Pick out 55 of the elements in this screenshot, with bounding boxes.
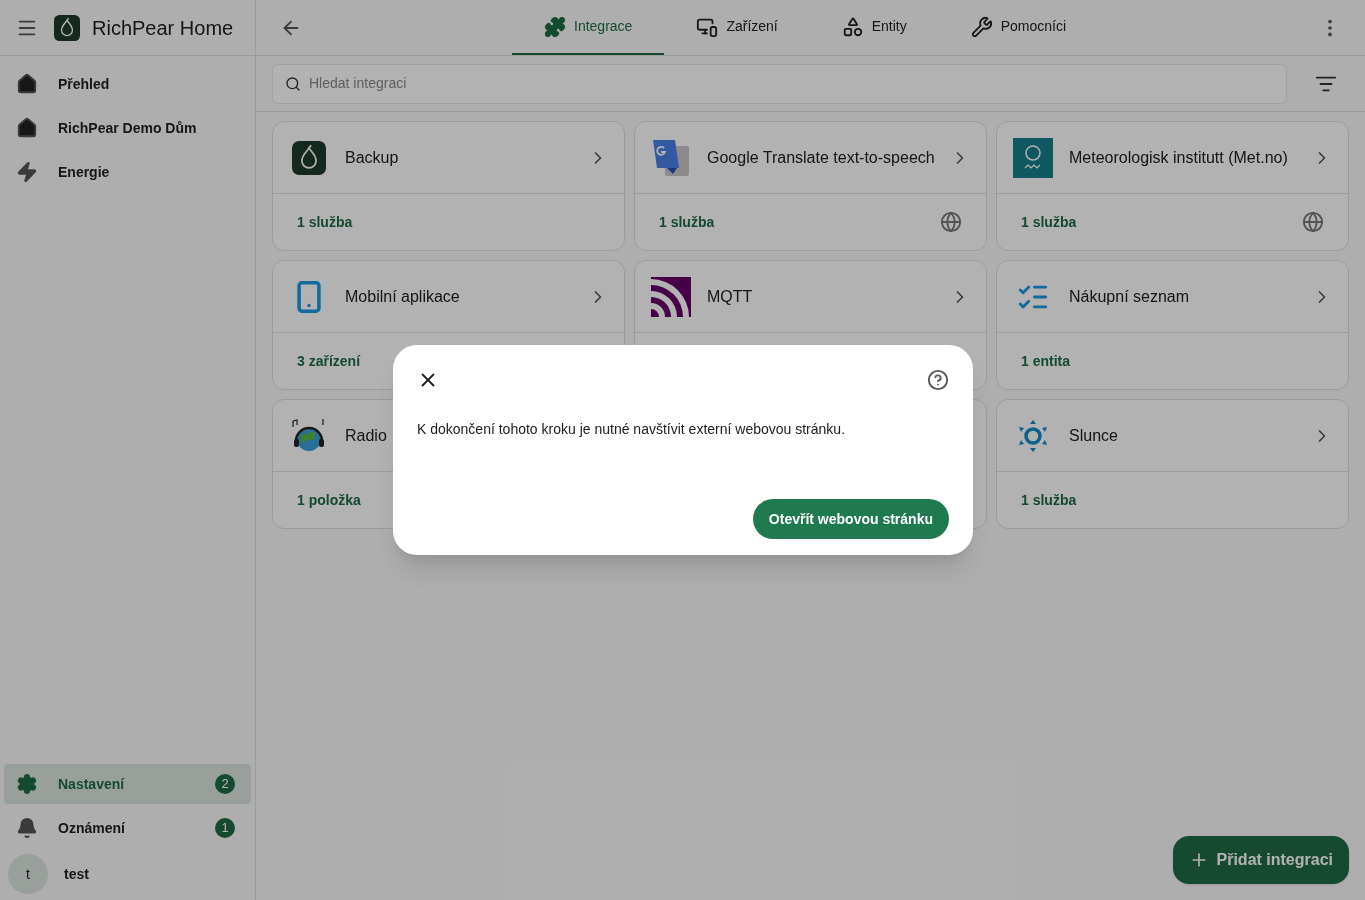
search-icon [285,75,301,92]
sidebar-item-icon [16,161,38,183]
integration-name: Backup [345,147,399,168]
sidebar-item-icon [16,773,38,795]
weather-station-icon [1013,137,1053,178]
tab-icon [544,15,566,38]
add-integration-button[interactable]: Přidat integraci [1172,836,1349,884]
dialog-message: K dokončení tohoto kroku je nutné navštívit externí webovou stránku. [417,420,847,439]
app-title: RichPear Home [92,15,234,41]
sidebar-item-icon [16,73,38,95]
user-avatar[interactable]: t [8,854,48,894]
tab[interactable]: Integrace [512,0,665,55]
integration-card[interactable]: Meteorologisk institutt (Met.no) 1 služba [996,121,1349,251]
integration-summary[interactable]: 1 služba [1021,489,1077,511]
integration-summary[interactable]: 1 entita [1021,350,1070,372]
integration-name: Google Translate text-to-speech [707,147,935,168]
integration-summary[interactable]: 1 služba [297,211,353,233]
signal-waves-icon [651,276,691,317]
sidebar-item[interactable]: Oznámení 1 [4,808,251,848]
integration-name: Nákupní seznam [1069,286,1190,307]
sidebar-item-icon [16,817,38,839]
tab-icon [970,15,993,38]
integration-card[interactable]: Nákupní seznam 1 entita [996,260,1349,390]
integration-summary[interactable]: 1 položka [297,489,361,511]
integration-name: Radio [345,425,387,446]
count-badge: 2 [215,774,235,794]
integration-summary[interactable]: 1 služba [1021,211,1077,233]
integration-name: MQTT [707,286,753,307]
integration-card[interactable]: Slunce 1 služba [996,399,1349,529]
tab[interactable]: Pomocníci [938,0,1099,55]
sidebar-item[interactable]: Energie [4,152,251,192]
tab[interactable]: Entity [809,0,939,55]
open-website-button[interactable]: Otevřít webovou stránku [752,499,949,539]
sun-icon [1016,418,1050,453]
count-badge: 1 [215,818,235,838]
pear-logo-icon [54,14,80,41]
tab[interactable]: Zařízení [664,0,810,55]
translate-icon [651,137,691,178]
integration-name: Meteorologisk institutt (Met.no) [1069,147,1288,168]
integration-summary[interactable]: 3 zařízení [297,350,361,372]
pear-logo-icon [292,140,326,175]
sidebar-item[interactable]: Přehled [4,64,251,104]
help-icon[interactable] [927,369,949,391]
globe-icon [1302,211,1324,233]
integration-card[interactable]: Google Translate text-to-speech 1 služba [634,121,987,251]
sidebar-item-icon [16,117,38,139]
user-name[interactable]: test [64,863,89,885]
tab-icon [841,15,864,38]
integration-summary[interactable]: 1 služba [659,211,715,233]
globe-icon [940,211,962,233]
integration-name: Slunce [1069,425,1118,446]
integration-name: Mobilní aplikace [345,286,460,307]
sidebar-item[interactable]: RichPear Demo Dům [4,108,251,148]
sidebar-item[interactable]: Nastavení 2 [4,764,251,804]
integration-card[interactable]: Backup 1 služba [272,121,625,251]
